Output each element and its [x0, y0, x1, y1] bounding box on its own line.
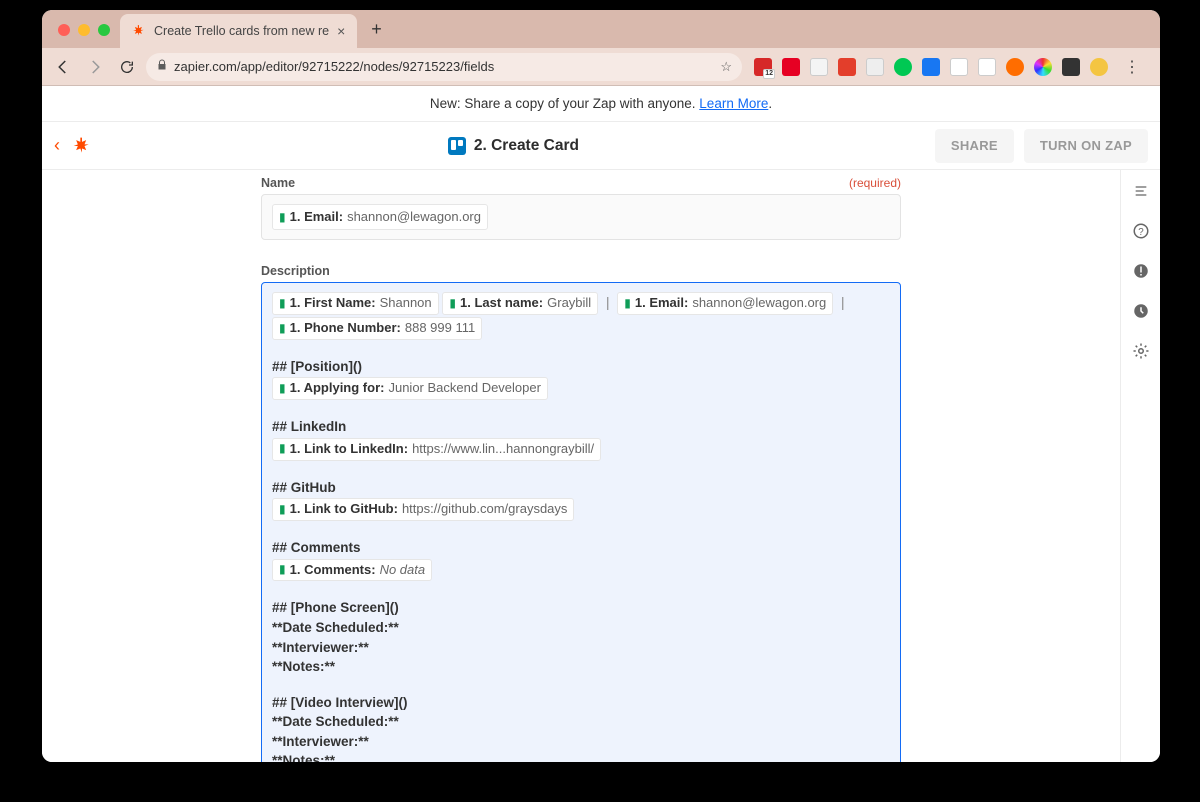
right-rail: ?	[1120, 170, 1160, 762]
pinterest-icon[interactable]	[782, 58, 800, 76]
extension-icon[interactable]	[1006, 58, 1024, 76]
facebook-icon[interactable]	[922, 58, 940, 76]
desc-line: ▮ 1. Link to LinkedIn: https://www.lin..…	[272, 437, 890, 462]
extension-icon[interactable]	[838, 58, 856, 76]
sheet-icon: ▮	[279, 561, 286, 578]
minimize-window-icon[interactable]	[78, 24, 90, 36]
maximize-window-icon[interactable]	[98, 24, 110, 36]
back-button[interactable]	[50, 54, 76, 80]
sheet-icon: ▮	[449, 295, 456, 312]
grammarly-icon[interactable]	[894, 58, 912, 76]
trello-icon	[448, 137, 466, 155]
variable-pill[interactable]: ▮ 1. Link to LinkedIn: https://www.lin..…	[272, 438, 601, 461]
tab-title: Create Trello cards from new re	[154, 24, 329, 38]
editor-body: Name (required) ▮ 1. Email: shannon@lewa…	[42, 170, 1160, 762]
outline-icon[interactable]	[1130, 180, 1152, 202]
extensions: 12 ⋮	[748, 57, 1152, 77]
extension-icon[interactable]: 12	[754, 58, 772, 76]
browser-toolbar: zapier.com/app/editor/92715222/nodes/927…	[42, 48, 1160, 86]
heading-comments: ## Comments	[272, 538, 890, 558]
sheet-icon: ▮	[624, 295, 631, 312]
variable-pill[interactable]: ▮ 1. Last name: Graybill	[442, 292, 598, 315]
sheet-icon: ▮	[279, 320, 286, 337]
desc-line: ▮ 1. Link to GitHub: https://github.com/…	[272, 497, 890, 522]
zapier-favicon	[132, 24, 146, 38]
variable-pill[interactable]: ▮ 1. Email: shannon@lewagon.org	[617, 292, 833, 315]
description-input[interactable]: ▮ 1. First Name: Shannon ▮ 1. Last name:…	[261, 282, 901, 762]
heading-linkedin: ## LinkedIn	[272, 417, 890, 437]
extension-icon[interactable]	[978, 58, 996, 76]
lock-icon	[156, 59, 168, 74]
heading-phone-screen: ## [Phone Screen]()	[272, 598, 890, 618]
learn-more-link[interactable]: Learn More	[699, 96, 768, 111]
variable-pill[interactable]: ▮ 1. Link to GitHub: https://github.com/…	[272, 498, 574, 521]
variable-pill[interactable]: ▮ 1. First Name: Shannon	[272, 292, 439, 315]
extensions-menu-icon[interactable]	[1062, 58, 1080, 76]
share-button[interactable]: SHARE	[935, 129, 1014, 163]
step-title: 2. Create Card	[102, 137, 925, 155]
variable-pill[interactable]: ▮ 1. Phone Number: 888 999 111	[272, 317, 482, 340]
forward-button[interactable]	[82, 54, 108, 80]
zapier-app: New: Share a copy of your Zap with anyon…	[42, 86, 1160, 762]
back-caret-icon[interactable]: ‹	[54, 135, 62, 156]
editor-header: ‹ 2. Create Card SHARE TURN ON ZAP	[42, 122, 1160, 170]
variable-pill[interactable]: ▮ 1. Applying for: Junior Backend Develo…	[272, 377, 548, 400]
text-line: **Date Scheduled:**	[272, 712, 890, 732]
sheet-icon: ▮	[279, 501, 286, 518]
heading-video-interview: ## [Video Interview]()	[272, 693, 890, 713]
text-line: **Notes:**	[272, 657, 890, 677]
history-icon[interactable]	[1130, 300, 1152, 322]
sheet-icon: ▮	[279, 440, 286, 457]
browser-menu-icon[interactable]: ⋮	[1118, 57, 1146, 77]
sheet-icon: ▮	[279, 207, 286, 227]
settings-icon[interactable]	[1130, 340, 1152, 362]
extension-icon[interactable]	[1034, 58, 1052, 76]
variable-pill[interactable]: ▮ 1. Comments: No data	[272, 559, 432, 582]
text-line: **Interviewer:**	[272, 732, 890, 752]
alert-icon[interactable]	[1130, 260, 1152, 282]
form-column: Name (required) ▮ 1. Email: shannon@lewa…	[42, 170, 1120, 762]
svg-text:?: ?	[1138, 227, 1144, 238]
window-controls	[52, 24, 120, 48]
heading-position: ## [Position]()	[272, 357, 890, 377]
close-tab-icon[interactable]: ×	[337, 23, 345, 39]
desc-line: ▮ 1. Comments: No data	[272, 558, 890, 583]
address-bar[interactable]: zapier.com/app/editor/92715222/nodes/927…	[146, 53, 742, 81]
titlebar: Create Trello cards from new re × +	[42, 10, 1160, 48]
close-window-icon[interactable]	[58, 24, 70, 36]
reload-button[interactable]	[114, 54, 140, 80]
bookmark-icon[interactable]: ☆	[720, 59, 732, 75]
sheet-icon: ▮	[279, 380, 286, 397]
banner-text: New: Share a copy of your Zap with anyon…	[430, 96, 772, 111]
browser-window: Create Trello cards from new re × + zapi…	[42, 10, 1160, 762]
description-label: Description	[261, 264, 901, 278]
name-label: Name (required)	[261, 176, 901, 190]
help-icon[interactable]: ?	[1130, 220, 1152, 242]
text-line: **Notes:**	[272, 751, 890, 762]
turn-on-zap-button[interactable]: TURN ON ZAP	[1024, 129, 1148, 163]
name-input[interactable]: ▮ 1. Email: shannon@lewagon.org	[261, 194, 901, 240]
browser-tab[interactable]: Create Trello cards from new re ×	[120, 14, 357, 48]
url-text: zapier.com/app/editor/92715222/nodes/927…	[174, 59, 494, 74]
extension-icon[interactable]	[810, 58, 828, 76]
variable-pill[interactable]: ▮ 1. Email: shannon@lewagon.org	[272, 204, 488, 230]
desc-line: ▮ 1. Applying for: Junior Backend Develo…	[272, 376, 890, 401]
required-indicator: (required)	[849, 176, 901, 190]
desc-line: ▮ 1. First Name: Shannon ▮ 1. Last name:…	[272, 291, 890, 341]
new-tab-button[interactable]: +	[357, 19, 396, 48]
announce-banner: New: Share a copy of your Zap with anyon…	[42, 86, 1160, 122]
profile-avatar[interactable]	[1090, 58, 1108, 76]
sheet-icon: ▮	[279, 295, 286, 312]
heading-github: ## GitHub	[272, 478, 890, 498]
camera-icon[interactable]	[866, 58, 884, 76]
zapier-logo-icon[interactable]	[72, 136, 92, 156]
extension-icon[interactable]	[950, 58, 968, 76]
text-line: **Date Scheduled:**	[272, 618, 890, 638]
text-line: **Interviewer:**	[272, 638, 890, 658]
